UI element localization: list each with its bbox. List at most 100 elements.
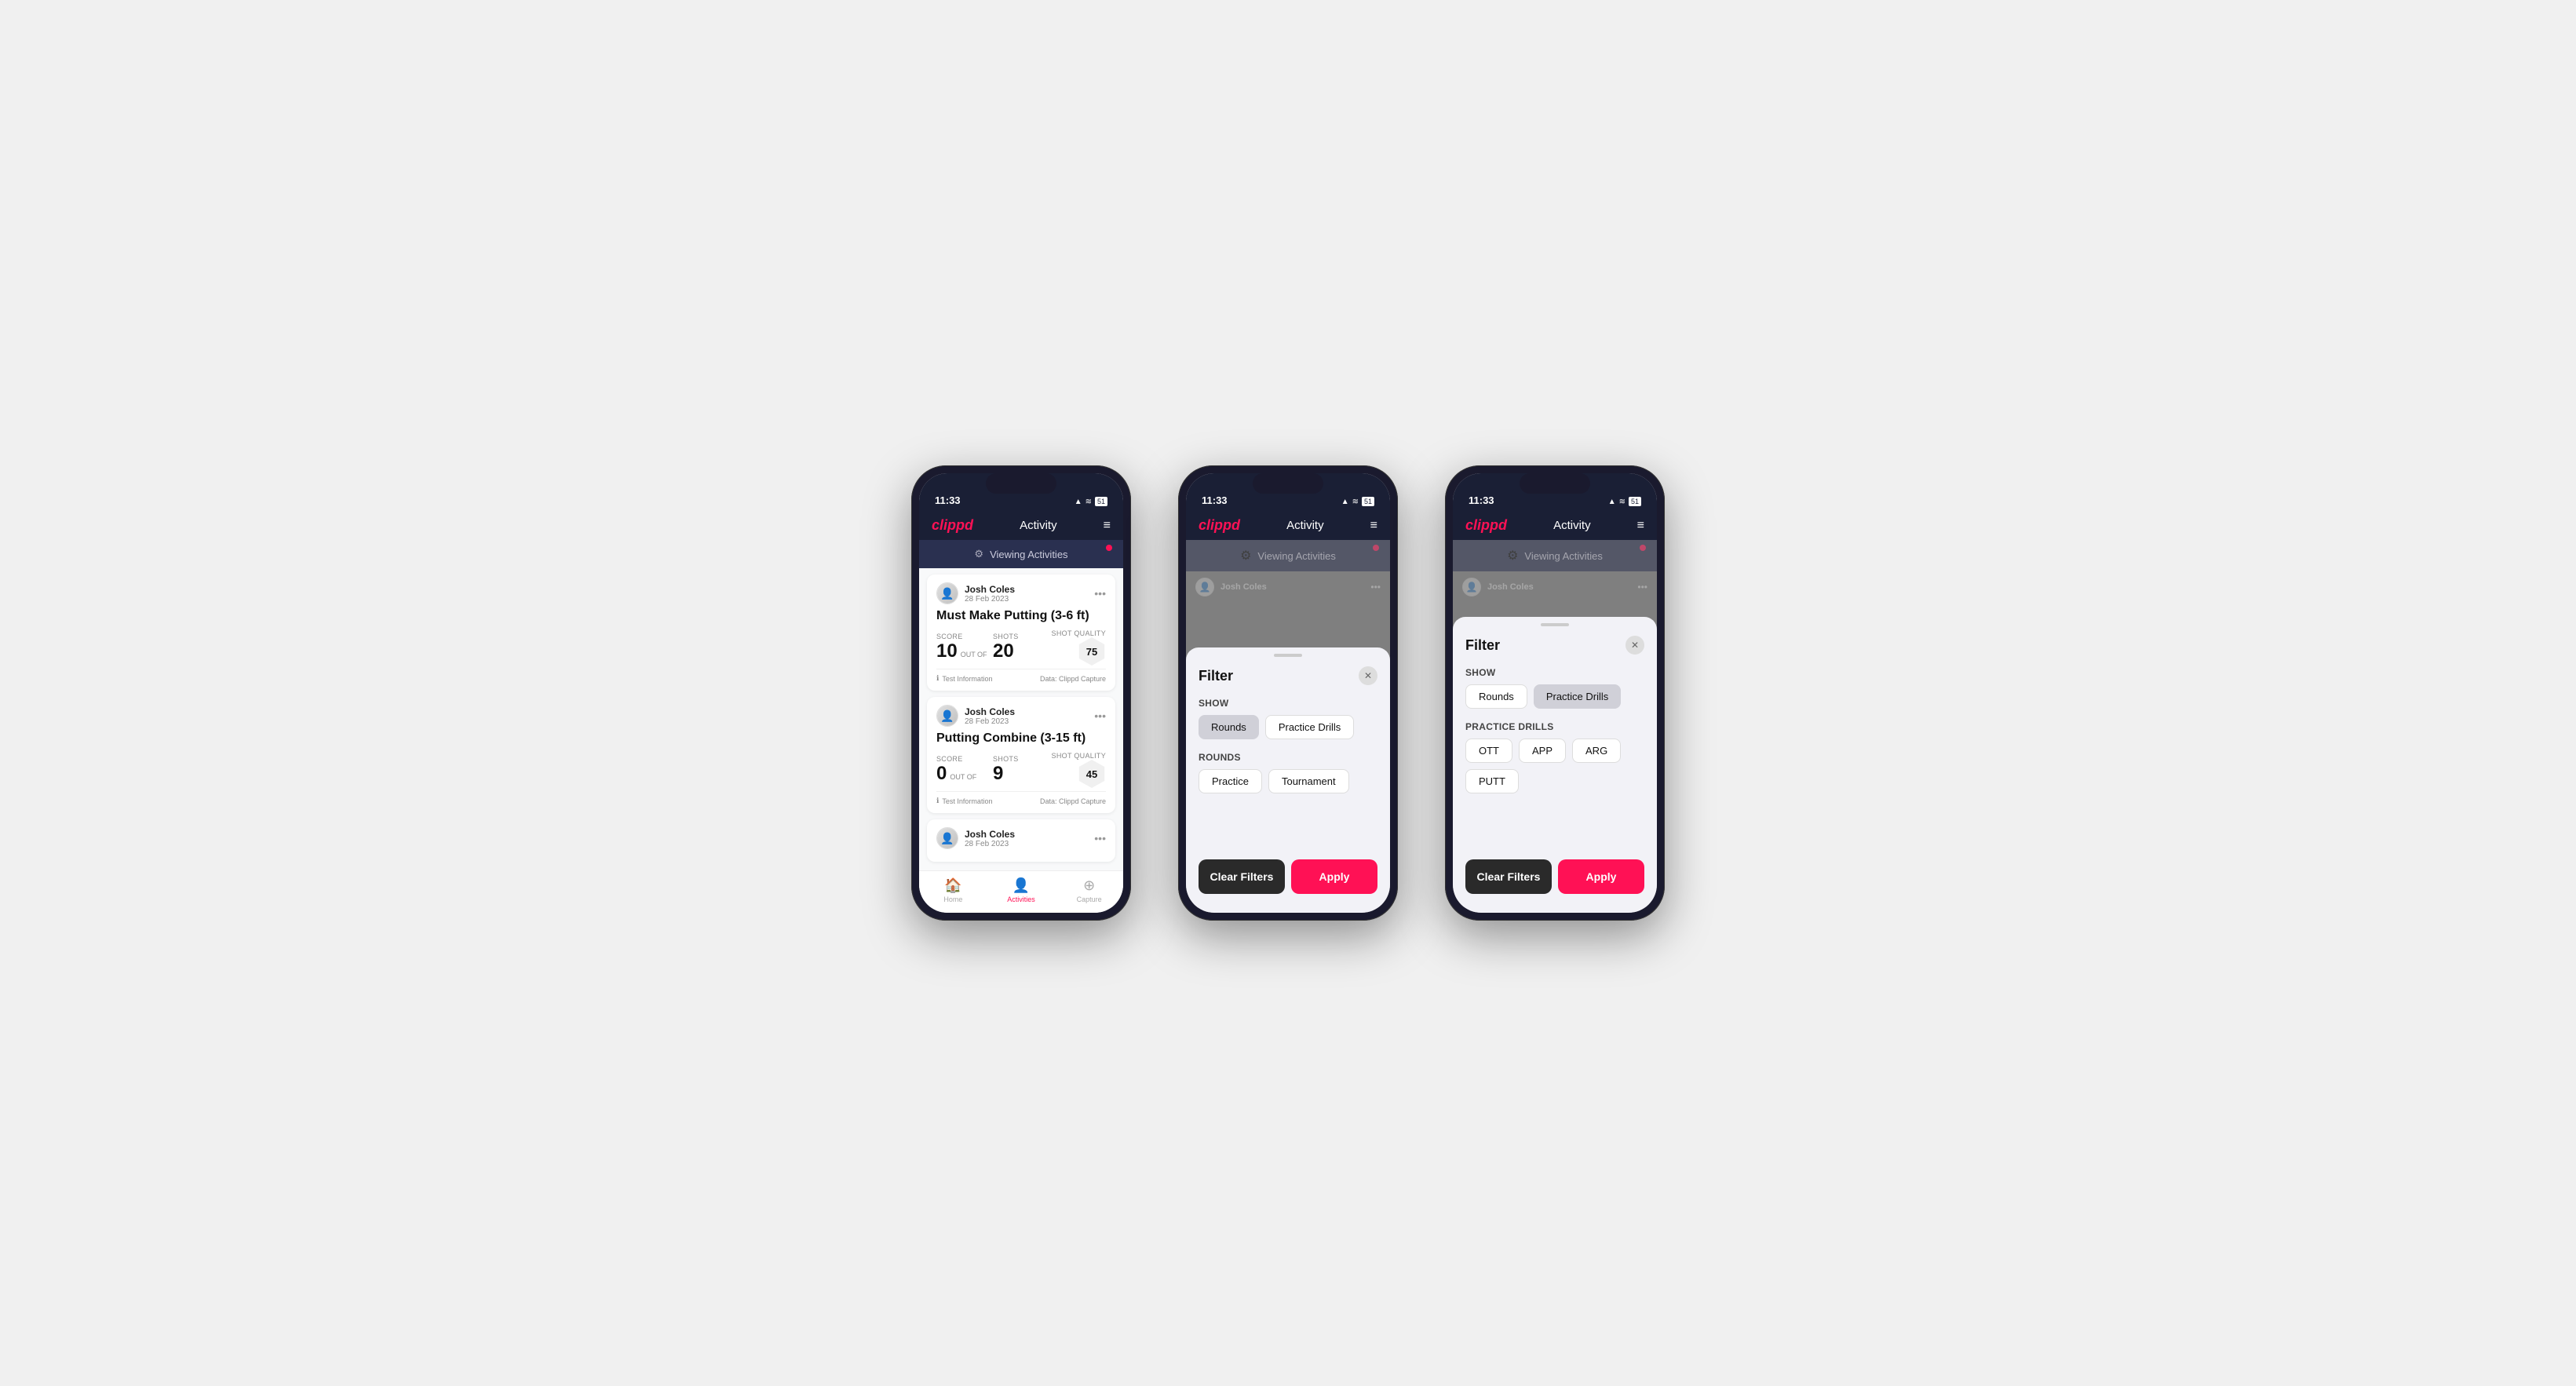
pill-tournament-2[interactable]: Tournament <box>1268 769 1349 793</box>
avatar-icon-2: 👤 <box>940 709 954 723</box>
dynamic-island-1 <box>986 473 1056 494</box>
banner-icon-3-bg: ⚙ <box>1507 548 1518 564</box>
avatar-icon-1: 👤 <box>940 587 954 600</box>
apply-button-3[interactable]: Apply <box>1558 859 1644 894</box>
apply-button-2[interactable]: Apply <box>1291 859 1377 894</box>
user-name-3: Josh Coles <box>965 829 1015 840</box>
shots-value-2: 9 <box>993 763 1003 784</box>
more-dots-1[interactable]: ••• <box>1094 587 1106 600</box>
modal-title-3: Filter <box>1465 637 1500 654</box>
header-title-1: Activity <box>1020 519 1057 532</box>
avatar-3-bg: 👤 <box>1462 578 1481 596</box>
footer-left-1: ℹ Test Information <box>936 674 992 683</box>
clear-filters-button-3[interactable]: Clear Filters <box>1465 859 1552 894</box>
logo-2: clippd <box>1199 517 1240 534</box>
close-button-3[interactable]: ✕ <box>1626 636 1644 655</box>
status-icons-2: ▲ ≋ 51 <box>1341 497 1374 506</box>
modal-title-2: Filter <box>1199 668 1233 684</box>
pill-practice-drills-2[interactable]: Practice Drills <box>1265 715 1354 739</box>
more-dots-2[interactable]: ••• <box>1094 709 1106 722</box>
header-title-2: Activity <box>1286 519 1324 532</box>
shot-quality-1: 75 <box>1078 637 1106 666</box>
nav-capture-label-1: Capture <box>1077 895 1102 903</box>
user-name-2: Josh Coles <box>965 706 1015 717</box>
nav-home-label-1: Home <box>943 895 962 903</box>
user-info-1: 👤 Josh Coles 28 Feb 2023 <box>936 582 1015 604</box>
pill-ott-3[interactable]: OTT <box>1465 739 1512 763</box>
viewing-banner-3-bg: ⚙ Viewing Activities <box>1453 540 1657 571</box>
avatar-1: 👤 <box>936 582 958 604</box>
signal-icon-2: ▲ <box>1341 498 1349 506</box>
activity-title-2: Putting Combine (3-15 ft) <box>936 731 1106 746</box>
pill-app-3[interactable]: APP <box>1519 739 1566 763</box>
out-of-2: OUT OF <box>950 773 976 781</box>
status-icons-3: ▲ ≋ 51 <box>1608 497 1641 506</box>
pill-rounds-2[interactable]: Rounds <box>1199 715 1259 739</box>
battery-icon-3: 51 <box>1629 497 1641 506</box>
user-info-3: 👤 Josh Coles 28 Feb 2023 <box>936 827 1015 849</box>
footer-left-2: ℹ Test Information <box>936 797 992 805</box>
activities-icon-1: 👤 <box>1013 877 1030 894</box>
banner-dot-2 <box>1373 545 1379 551</box>
header-title-3: Activity <box>1553 519 1591 532</box>
dynamic-island-2 <box>1253 473 1323 494</box>
viewing-banner-1[interactable]: ⚙ Viewing Activities <box>919 540 1123 568</box>
pill-putt-3[interactable]: PUTT <box>1465 769 1519 793</box>
scroll-content-1[interactable]: 👤 Josh Coles 28 Feb 2023 ••• Must Make P… <box>919 568 1123 870</box>
user-date-2: 28 Feb 2023 <box>965 717 1015 726</box>
pill-practice-drills-3[interactable]: Practice Drills <box>1534 684 1621 709</box>
wifi-icon-2: ≋ <box>1352 498 1359 506</box>
avatar-icon-3: 👤 <box>940 832 954 845</box>
status-time-2: 11:33 <box>1202 494 1228 506</box>
drill-pills-3: OTT APP ARG PUTT <box>1465 739 1644 793</box>
nav-capture-1[interactable]: ⊕ Capture <box>1055 877 1123 903</box>
drills-label-3: Practice Drills <box>1465 721 1644 732</box>
app-header-2: clippd Activity ≡ <box>1186 511 1390 540</box>
phones-container: 11:33 ▲ ≋ 51 clippd Activity ≡ ⚙ Viewing… <box>911 465 1665 921</box>
pill-practice-round-2[interactable]: Practice <box>1199 769 1262 793</box>
signal-icon: ▲ <box>1075 498 1082 506</box>
show-pills-3: Rounds Practice Drills <box>1465 684 1644 709</box>
user-name-1: Josh Coles <box>965 584 1015 595</box>
status-icons-1: ▲ ≋ 51 <box>1075 497 1107 506</box>
signal-icon-3: ▲ <box>1608 498 1616 506</box>
more-dots-3[interactable]: ••• <box>1094 832 1106 844</box>
menu-icon-3[interactable]: ≡ <box>1637 519 1644 533</box>
sq-label-1: Shot Quality <box>1052 629 1106 637</box>
viewing-banner-2-bg: ⚙ Viewing Activities <box>1186 540 1390 571</box>
info-icon-2: ℹ <box>936 797 939 805</box>
nav-activities-1[interactable]: 👤 Activities <box>987 877 1056 903</box>
info-icon-1: ℹ <box>936 674 939 683</box>
activity-card-1: 👤 Josh Coles 28 Feb 2023 ••• Must Make P… <box>927 574 1115 691</box>
nav-home-1[interactable]: 🏠 Home <box>919 877 987 903</box>
footer-right-2: Data: Clippd Capture <box>1040 797 1106 805</box>
filter-rounds-section-2: Rounds Practice Tournament <box>1186 746 1390 800</box>
score-value-1: 10 <box>936 640 958 662</box>
wifi-icon: ≋ <box>1085 498 1092 506</box>
phone-2: 11:33 ▲ ≋ 51 clippd Activity ≡ ⚙ Viewing… <box>1178 465 1398 921</box>
shots-label-2: Shots <box>993 755 1049 763</box>
capture-icon-1: ⊕ <box>1083 877 1095 894</box>
clear-filters-button-2[interactable]: Clear Filters <box>1199 859 1285 894</box>
banner-dot-1 <box>1106 545 1112 551</box>
score-label-1: Score <box>936 633 993 640</box>
banner-text-1: Viewing Activities <box>990 549 1067 560</box>
close-button-2[interactable]: ✕ <box>1359 666 1377 685</box>
shot-quality-2: 45 <box>1078 760 1106 788</box>
user-date-3: 28 Feb 2023 <box>965 840 1015 848</box>
phone-3: 11:33 ▲ ≋ 51 clippd Activity ≡ ⚙ Viewing… <box>1445 465 1665 921</box>
pill-arg-3[interactable]: ARG <box>1572 739 1621 763</box>
activity-card-2: 👤 Josh Coles 28 Feb 2023 ••• Putting Com… <box>927 697 1115 813</box>
menu-icon-2[interactable]: ≡ <box>1370 519 1377 533</box>
phone-1: 11:33 ▲ ≋ 51 clippd Activity ≡ ⚙ Viewing… <box>911 465 1131 921</box>
banner-icon-2-bg: ⚙ <box>1240 548 1251 564</box>
pill-rounds-3[interactable]: Rounds <box>1465 684 1527 709</box>
out-of-1: OUT OF <box>961 651 987 658</box>
banner-settings-icon-1: ⚙ <box>974 548 983 560</box>
score-value-2: 0 <box>936 763 947 785</box>
home-icon-1: 🏠 <box>944 877 961 894</box>
avatar-2-bg: 👤 <box>1195 578 1214 596</box>
footer-right-1: Data: Clippd Capture <box>1040 675 1106 683</box>
menu-icon-1[interactable]: ≡ <box>1104 519 1111 533</box>
user-info-2: 👤 Josh Coles 28 Feb 2023 <box>936 705 1015 727</box>
